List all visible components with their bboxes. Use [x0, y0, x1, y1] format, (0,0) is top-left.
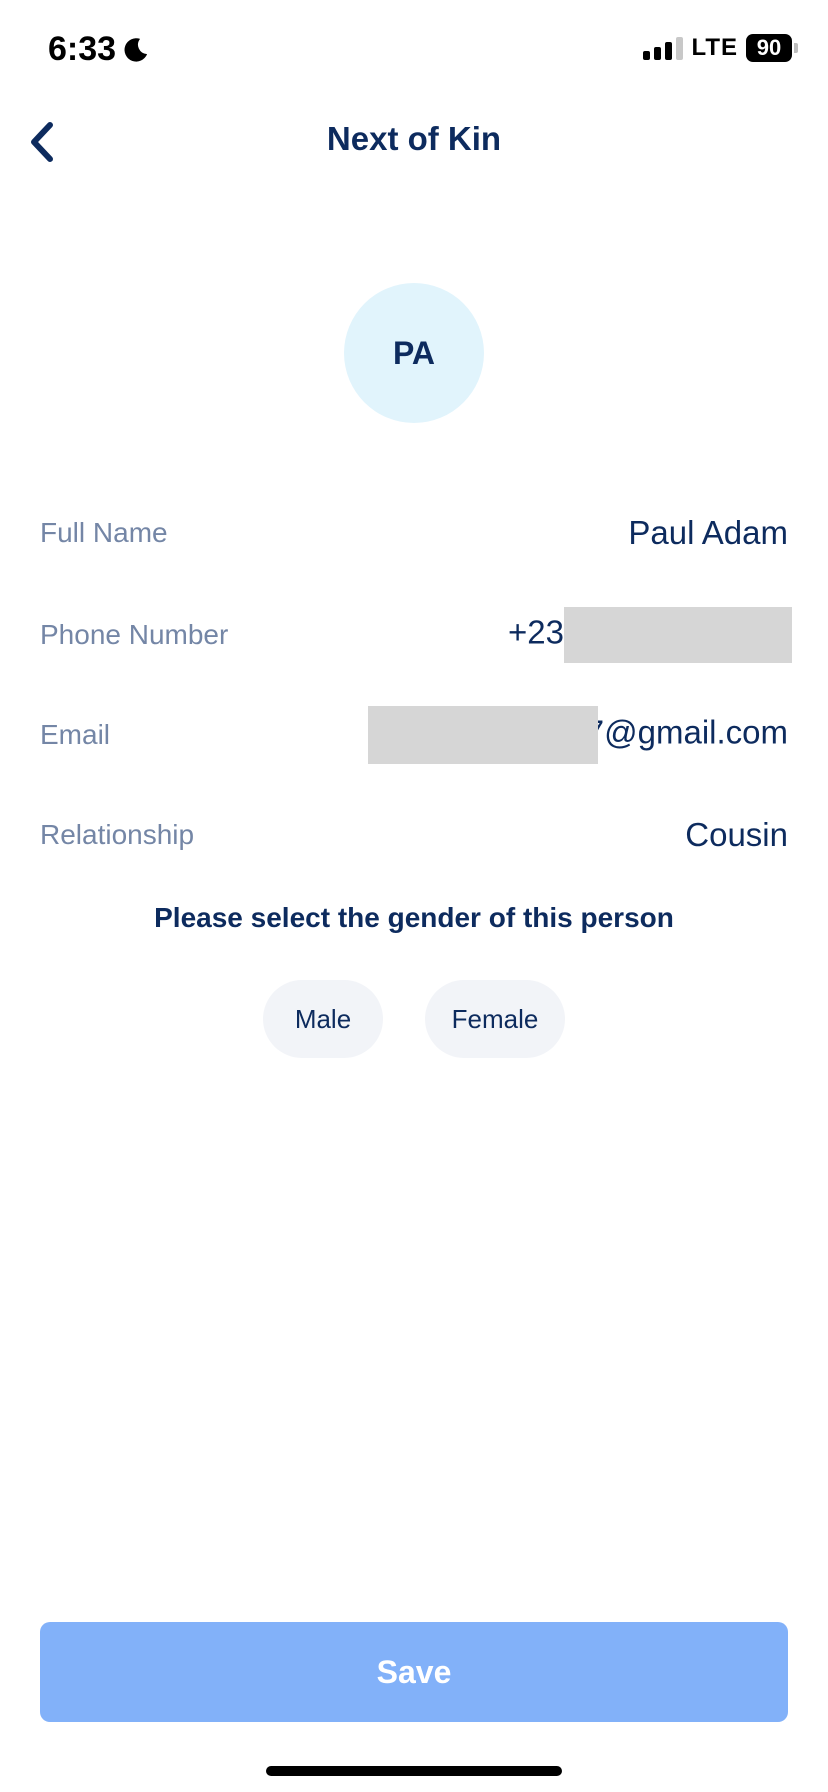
relationship-row: Relationship Cousin [40, 805, 788, 865]
avatar-initials: PA [392, 334, 436, 371]
signal-icon [643, 36, 684, 60]
avatar: PA [344, 283, 484, 423]
full-name-label: Full Name [40, 517, 168, 548]
battery-icon: 90 [746, 34, 798, 62]
network-label: LTE [691, 34, 738, 61]
email-row: Email 7@gmail.com [40, 705, 788, 765]
moon-icon [124, 37, 148, 62]
status-indicators: LTE 90 [643, 34, 798, 62]
phone-value-visible: +23 [508, 613, 564, 651]
email-value-visible: 7@gmail.com [585, 713, 788, 751]
full-name-row: Full Name Paul Adam [40, 503, 788, 563]
phone-row: Phone Number +23 [40, 605, 792, 665]
relationship-label: Relationship [40, 819, 195, 850]
phone-redaction [564, 607, 792, 663]
next-of-kin-screen: 6:33 LTE 90 Next of Kin PA Full Name Pau… [0, 0, 828, 1792]
status-time: 6:33 [48, 30, 150, 69]
gender-options: Male Female [0, 980, 828, 1058]
gender-option-female-label: Female [451, 1003, 539, 1034]
home-indicator [266, 1766, 562, 1776]
relationship-value: Cousin [685, 816, 788, 853]
phone-label: Phone Number [40, 619, 229, 650]
email-label: Email [40, 719, 111, 750]
gender-prompt: Please select the gender of this person [154, 902, 674, 933]
gender-option-male-label: Male [294, 1003, 352, 1034]
page-title: Next of Kin [326, 120, 502, 157]
gender-option-male[interactable]: Male [263, 980, 383, 1058]
full-name-value: Paul Adam [628, 514, 788, 551]
email-redaction [367, 706, 598, 764]
battery-level: 90 [746, 34, 792, 62]
status-time-text: 6:33 [48, 30, 117, 68]
phone-value: +23 [508, 607, 792, 663]
save-button[interactable]: Save [40, 1622, 788, 1722]
email-value: 7@gmail.com [367, 706, 788, 764]
gender-option-female[interactable]: Female [425, 980, 565, 1058]
